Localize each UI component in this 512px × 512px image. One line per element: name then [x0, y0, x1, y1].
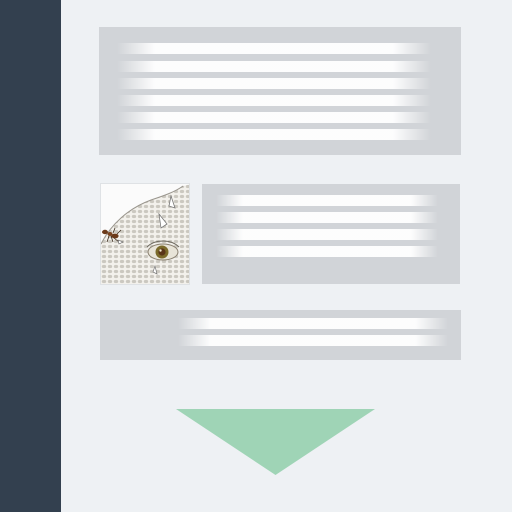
bottom-text-card — [100, 310, 461, 360]
placeholder-line — [216, 195, 438, 206]
placeholder-line — [117, 112, 431, 123]
placeholder-line — [178, 318, 448, 329]
placeholder-line — [117, 78, 431, 89]
lizard-eye-sketch-icon — [101, 184, 189, 284]
top-text-card — [99, 27, 461, 155]
down-triangle-icon[interactable] — [176, 409, 375, 475]
placeholder-line — [117, 95, 431, 106]
placeholder-line — [216, 229, 438, 240]
placeholder-line — [117, 43, 431, 54]
media-thumbnail[interactable] — [100, 183, 190, 285]
placeholder-line — [216, 212, 438, 223]
down-triangle-shape — [176, 409, 375, 475]
placeholder-line — [216, 246, 438, 257]
media-text-card — [202, 184, 460, 284]
sidebar — [0, 0, 61, 512]
main-content — [61, 0, 512, 512]
placeholder-line — [178, 335, 448, 346]
placeholder-line — [117, 129, 431, 140]
placeholder-line — [117, 61, 431, 72]
